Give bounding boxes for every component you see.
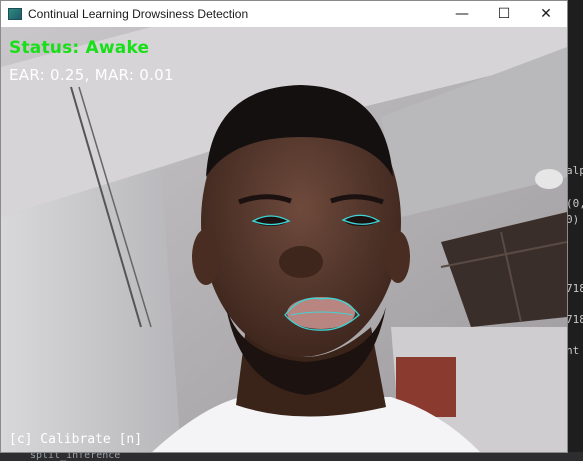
window-title: Continual Learning Drowsiness Detection	[28, 7, 249, 21]
title-bar[interactable]: Continual Learning Drowsiness Detection …	[1, 1, 567, 27]
camera-feed: Status: Awake EAR: 0.25, MAR: 0.01 [c] C…	[1, 27, 567, 452]
window-controls: — ☐ ✕	[441, 1, 567, 27]
minimize-icon: —	[455, 6, 469, 22]
camera-icon	[8, 8, 22, 20]
minimize-button[interactable]: —	[441, 1, 483, 27]
status-label: Status: Awake	[9, 38, 150, 58]
code-fragment: 718	[566, 282, 583, 295]
close-button[interactable]: ✕	[525, 1, 567, 27]
code-fragment: (0,	[566, 197, 583, 210]
maximize-button[interactable]: ☐	[483, 1, 525, 27]
background-explorer-row: split_inference	[0, 452, 583, 461]
maximize-icon: ☐	[497, 6, 511, 22]
code-fragment: 718	[566, 313, 583, 326]
detection-window: Continual Learning Drowsiness Detection …	[0, 0, 568, 453]
close-icon: ✕	[540, 6, 552, 22]
explorer-item-label: split_inference	[30, 452, 121, 461]
ear-mar-readout: EAR: 0.25, MAR: 0.01	[9, 66, 174, 84]
camera-frame-image	[1, 27, 567, 452]
code-fragment: alp	[566, 164, 583, 177]
keyboard-help-text: [c] Calibrate [n]	[9, 432, 143, 447]
